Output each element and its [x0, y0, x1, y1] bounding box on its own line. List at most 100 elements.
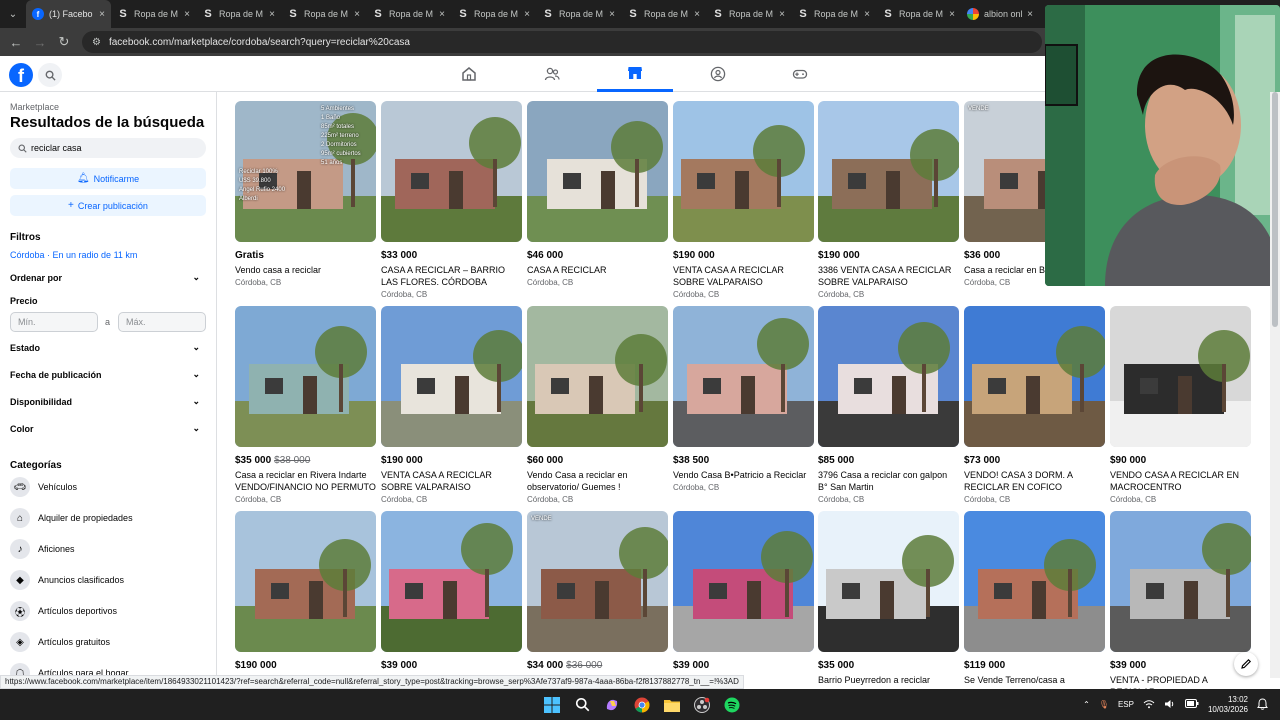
search-icon[interactable]	[571, 694, 593, 716]
close-icon[interactable]: ×	[949, 9, 955, 20]
location-filter[interactable]: Córdoba · En un radio de 11 km	[10, 250, 137, 260]
listing-card[interactable]: $60 000 Vendo Casa a reciclar en observat…	[527, 306, 668, 506]
close-icon[interactable]: ×	[694, 9, 700, 20]
reload-icon[interactable]: ↻	[52, 34, 76, 50]
listing-card[interactable]: $119 000 Se Vende Terreno/casa a	[964, 511, 1105, 711]
listing-photo-frame[interactable]	[818, 101, 959, 242]
back-arrow-icon[interactable]: ←	[4, 35, 28, 50]
browser-tab[interactable]: S Ropa de M ×	[451, 0, 536, 28]
language-indicator[interactable]: ESP	[1118, 700, 1134, 709]
close-icon[interactable]: ×	[184, 9, 190, 20]
category-item[interactable]: ◆ Anuncios clasificados	[10, 570, 124, 590]
microphone-icon[interactable]: 🎙︎	[1099, 700, 1109, 709]
listing-photo-frame[interactable]	[235, 511, 376, 652]
price-max-input[interactable]: Máx.	[118, 312, 206, 332]
listing-photo-frame[interactable]	[527, 101, 668, 242]
browser-tab[interactable]: f (1) Facebo ×	[26, 0, 111, 28]
sort-dropdown[interactable]: Ordenar por ⌄	[10, 272, 206, 283]
listing-photo-frame[interactable]	[527, 306, 668, 447]
browser-tab[interactable]: S Ropa de M ×	[536, 0, 621, 28]
spotify-icon[interactable]	[721, 694, 743, 716]
scrollbar-thumb[interactable]	[1272, 92, 1278, 327]
gaming-icon[interactable]	[762, 56, 838, 92]
volume-icon[interactable]	[1164, 699, 1176, 711]
filter-dropdown-1[interactable]: Estado ⌄	[10, 342, 206, 353]
page-scrollbar[interactable]	[1270, 92, 1280, 678]
facebook-logo-icon[interactable]: f	[9, 63, 33, 87]
listing-card[interactable]: $39 000VENTA - PROPIEDAD A RECICLAR	[1110, 511, 1251, 711]
listing-card[interactable]: $46 000 CASA A RECICLAR Córdoba, CB	[527, 101, 668, 301]
listing-photo-frame[interactable]	[235, 306, 376, 447]
listing-photo-frame[interactable]	[818, 511, 959, 652]
category-item[interactable]: ♪ Aficiones	[10, 539, 75, 559]
listing-card[interactable]: $190 000 VENTA CASA A RECICLAR SOBRE VALP…	[381, 306, 522, 506]
battery-icon[interactable]	[1184, 699, 1199, 710]
home-icon[interactable]	[431, 56, 507, 92]
copilot-icon[interactable]	[601, 694, 623, 716]
address-bar[interactable]: ⚙ facebook.com/marketplace/cordoba/searc…	[82, 31, 1042, 53]
browser-tab[interactable]: S Ropa de M ×	[281, 0, 366, 28]
listing-card[interactable]: $190 000 VENTA CASA A RECICLAR SOBRE VALP…	[673, 101, 814, 301]
file-explorer-icon[interactable]	[661, 694, 683, 716]
new-message-button[interactable]	[1234, 652, 1258, 676]
chrome-icon[interactable]	[631, 694, 653, 716]
listing-photo-frame[interactable]	[381, 306, 522, 447]
browser-tab[interactable]: S Ropa de M ×	[791, 0, 876, 28]
close-icon[interactable]: ×	[779, 9, 785, 20]
filter-dropdown-4[interactable]: Color ⌄	[10, 423, 206, 434]
filter-dropdown-2[interactable]: Fecha de publicación ⌄	[10, 369, 206, 380]
close-icon[interactable]: ×	[1027, 9, 1033, 20]
listing-photo-frame[interactable]	[818, 306, 959, 447]
close-icon[interactable]: ×	[864, 9, 870, 20]
notifications-icon[interactable]	[1257, 697, 1268, 712]
system-clock[interactable]: 13:02 10/03/2026	[1208, 695, 1248, 715]
listing-photo-frame[interactable]	[1110, 511, 1251, 652]
close-icon[interactable]: ×	[524, 9, 530, 20]
listing-card[interactable]: $73 000 VENDO! CASA 3 DORM. A RECICLAR EN…	[964, 306, 1105, 506]
listing-card[interactable]: $38 500 Vendo Casa B•Patricio a Reciclar C…	[673, 306, 814, 506]
listing-photo-frame[interactable]	[381, 101, 522, 242]
listing-photo-frame[interactable]	[673, 306, 814, 447]
wifi-icon[interactable]	[1143, 699, 1155, 711]
friends-icon[interactable]	[514, 56, 590, 92]
listing-photo-frame[interactable]: 5 Ambientes 1 Baño 85m² totales 225m² terre…	[235, 101, 376, 242]
category-item[interactable]: ◈ Artículos gratuitos	[10, 632, 110, 652]
close-icon[interactable]: ×	[439, 9, 445, 20]
browser-tab[interactable]: S Ropa de M ×	[196, 0, 281, 28]
listing-card[interactable]: $85 000 3796 Casa a reciclar con galpon B…	[818, 306, 959, 506]
close-icon[interactable]: ×	[99, 9, 105, 20]
close-icon[interactable]: ×	[609, 9, 615, 20]
filter-dropdown-3[interactable]: Disponibilidad ⌄	[10, 396, 206, 407]
close-icon[interactable]: ×	[269, 9, 275, 20]
browser-tab[interactable]: S Ropa de M ×	[366, 0, 451, 28]
listing-photo-frame[interactable]	[673, 101, 814, 242]
windows-start-icon[interactable]	[541, 694, 563, 716]
close-icon[interactable]: ×	[354, 9, 360, 20]
notify-button[interactable]: 🔔︎ Notificarme	[10, 168, 206, 189]
listing-card[interactable]: $190 000 3386 VENTA CASA A RECICLAR SOBRE…	[818, 101, 959, 301]
browser-tab[interactable]: S Ropa de M ×	[111, 0, 196, 28]
site-settings-icon[interactable]: ⚙	[92, 37, 101, 48]
listing-card[interactable]: 5 Ambientes 1 Baño 85m² totales 225m² terre…	[235, 101, 376, 301]
price-min-input[interactable]: Mín.	[10, 312, 98, 332]
browser-tab[interactable]: S Ropa de M ×	[876, 0, 961, 28]
tray-chevron-up-icon[interactable]: ⌃	[1083, 700, 1090, 709]
listing-photo-frame[interactable]	[381, 511, 522, 652]
create-listing-button[interactable]: + Crear publicación	[10, 195, 206, 216]
browser-tab[interactable]: albion onl ×	[961, 0, 1039, 28]
obs-icon[interactable]	[691, 694, 713, 716]
listing-photo-frame[interactable]: VENDE	[527, 511, 668, 652]
tab-search-chevron-icon[interactable]: ⌄	[0, 0, 26, 28]
listing-photo-frame[interactable]	[964, 306, 1105, 447]
search-input[interactable]: reciclar casa	[10, 138, 206, 158]
listing-card[interactable]: $35 000 $38 000 Casa a reciclar en Rivera …	[235, 306, 376, 506]
listing-card[interactable]: $90 000 VENDO CASA A RECICLAR EN MACROCEN…	[1110, 306, 1251, 506]
category-item[interactable]: ⚽︎ Artículos deportivos	[10, 601, 117, 621]
category-item[interactable]: 🚗︎ Vehículos	[10, 477, 77, 497]
listing-card[interactable]: $33 000 CASA A RECICLAR – BARRIO LAS FLOR…	[381, 101, 522, 301]
browser-tab[interactable]: S Ropa de M ×	[706, 0, 791, 28]
category-item[interactable]: ⌂ Alquiler de propiedades	[10, 508, 133, 528]
listing-photo-frame[interactable]	[964, 511, 1105, 652]
groups-icon[interactable]	[680, 56, 756, 92]
browser-tab[interactable]: S Ropa de M ×	[621, 0, 706, 28]
